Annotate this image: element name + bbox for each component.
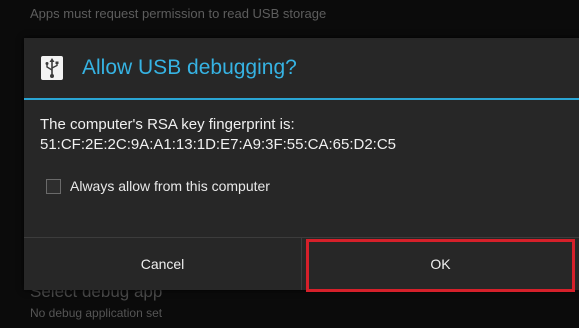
screen: Apps must request permission to read USB… — [0, 0, 579, 328]
background-setting-subtitle: No debug application set — [30, 306, 163, 320]
cancel-button[interactable]: Cancel — [24, 238, 302, 290]
always-allow-checkbox[interactable] — [46, 179, 61, 194]
usb-icon — [41, 56, 63, 80]
dialog-title-bar: Allow USB debugging? — [24, 38, 579, 100]
background-setting-description: Apps must request permission to read USB… — [30, 6, 327, 21]
fingerprint-label: The computer's RSA key fingerprint is: — [40, 116, 295, 133]
ok-button-highlight — [306, 239, 575, 292]
always-allow-label[interactable]: Always allow from this computer — [70, 178, 270, 194]
dialog-title: Allow USB debugging? — [82, 56, 297, 79]
fingerprint-value: 51:CF:2E:2C:9A:A1:13:1D:E7:A9:3F:55:CA:6… — [40, 136, 397, 153]
